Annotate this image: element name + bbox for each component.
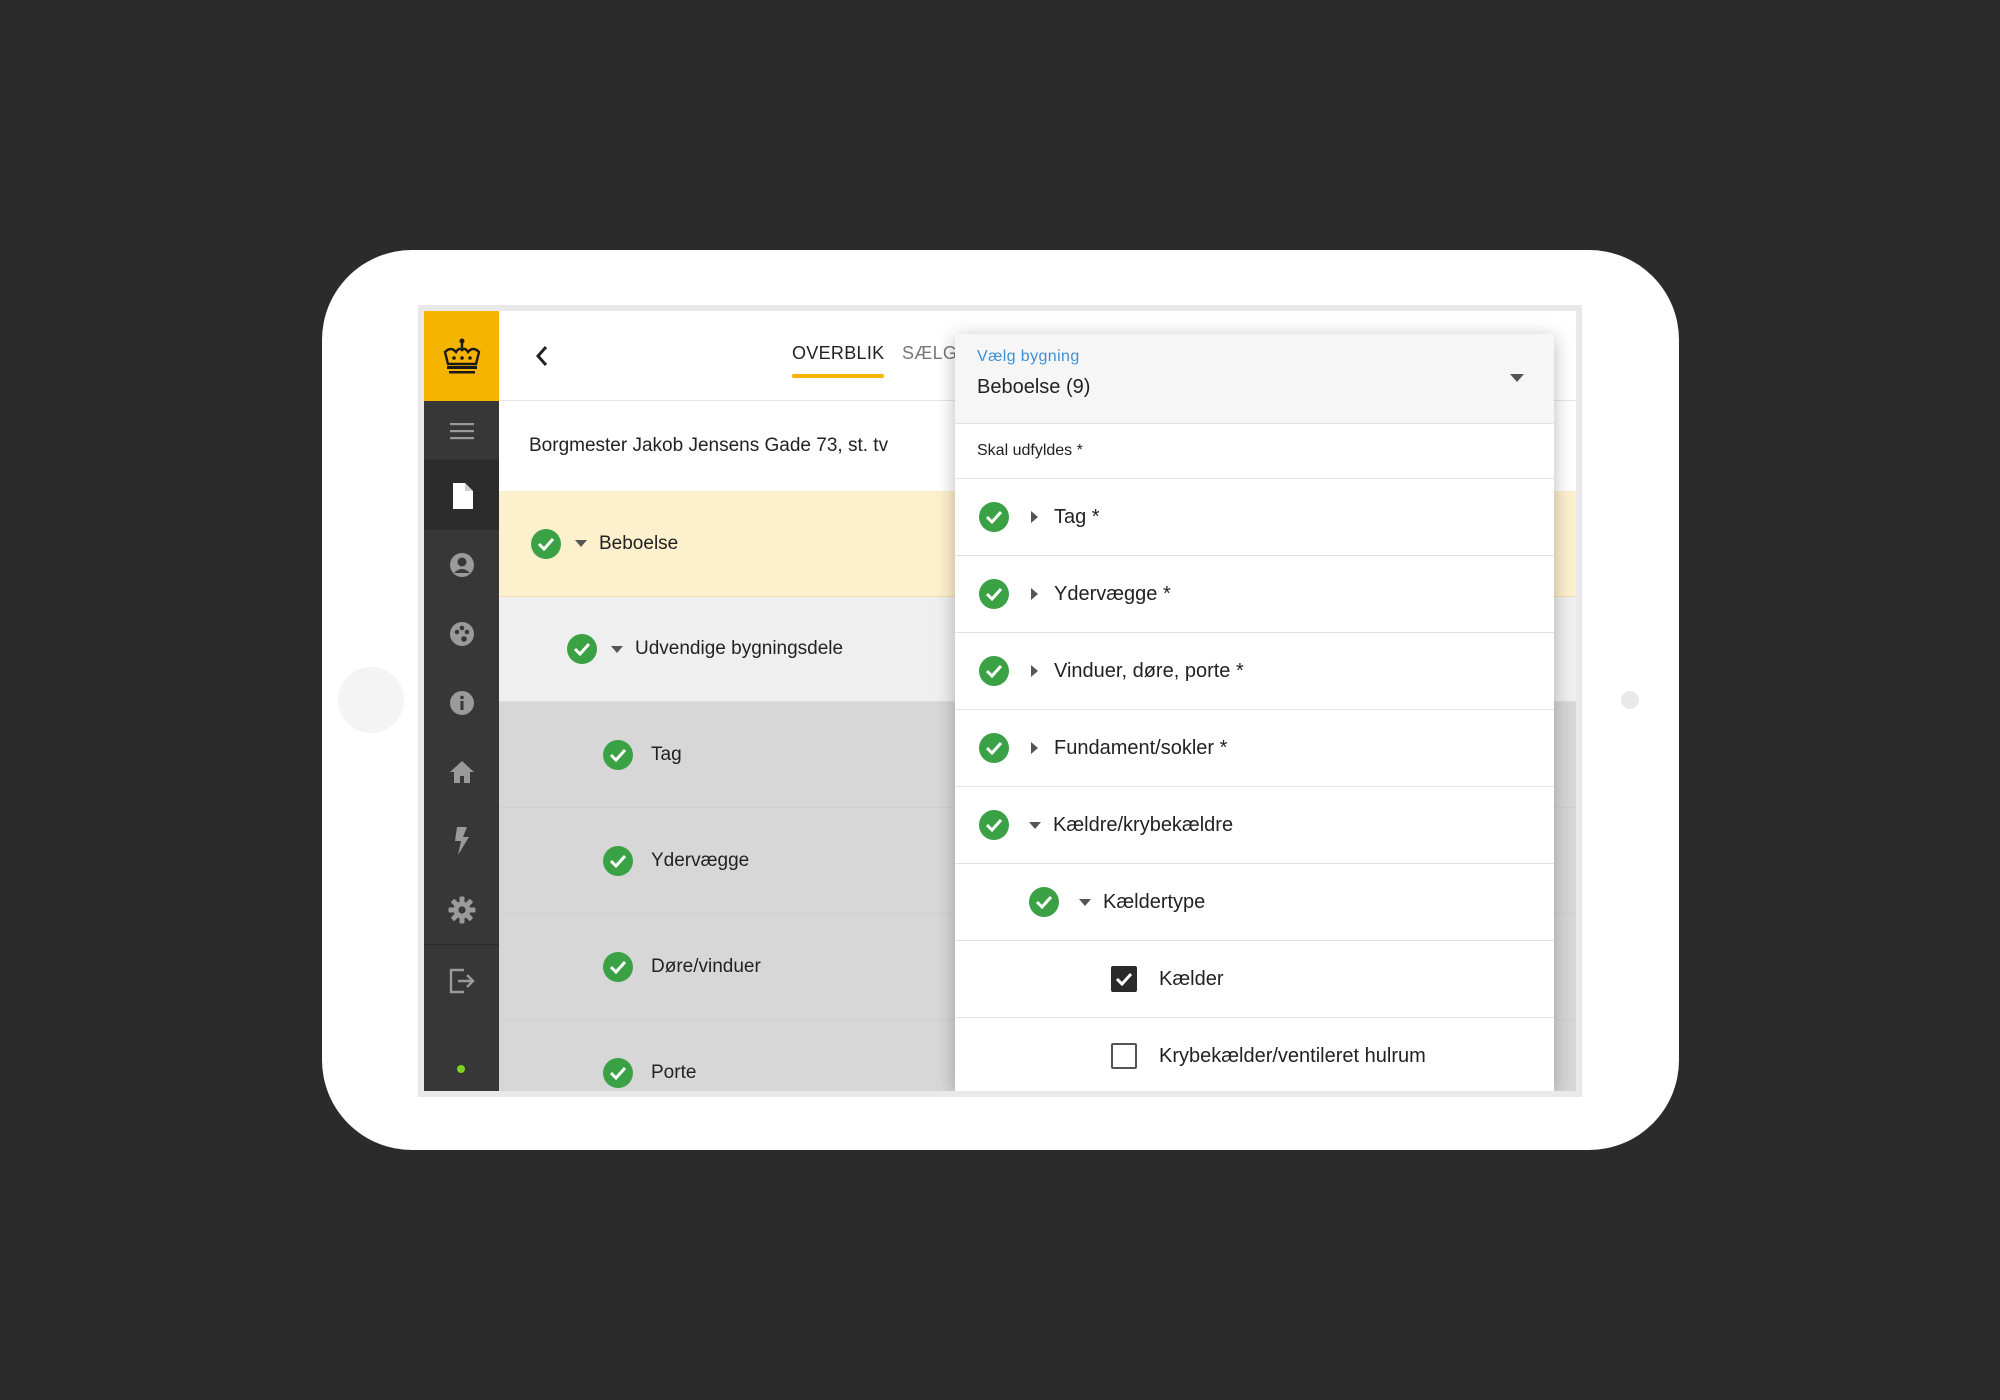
check-circle-icon (979, 579, 1009, 609)
sidebar-item-documents[interactable] (424, 461, 499, 530)
select-label: Vælg bygning (977, 348, 1080, 365)
panel-row-fundament[interactable]: Fundament/sokler * (955, 710, 1554, 787)
option-label: Kælder (1159, 967, 1224, 990)
panel-row-label: Fundament/sokler * (1054, 736, 1228, 759)
panel-row-kaeldertype[interactable]: Kældertype (955, 864, 1554, 941)
caret-down-icon (575, 540, 587, 547)
panel-row-label: Vinduer, døre, porte * (1054, 659, 1244, 682)
option-krybekaelder[interactable]: Krybekælder/ventileret hulrum (955, 1018, 1554, 1091)
back-button[interactable] (527, 341, 557, 371)
screen: OVERBLIK SÆLG Borgmester Jakob Jensens G… (418, 305, 1582, 1097)
app-window: OVERBLIK SÆLG Borgmester Jakob Jensens G… (424, 311, 1576, 1091)
check-circle-icon (603, 1057, 633, 1088)
panel-row-label: Kældertype (1103, 890, 1206, 913)
checkbox-checked[interactable] (1111, 966, 1137, 992)
sidebar-item-settings[interactable] (424, 875, 499, 944)
sidebar-item-logout[interactable] (424, 944, 499, 1016)
panel-row-label: Tag * (1054, 505, 1100, 528)
caret-right-icon (1031, 511, 1038, 523)
check-circle-icon (603, 739, 633, 770)
panel-row-label: Ydervægge * (1054, 582, 1171, 605)
sidebar-item-energy[interactable] (424, 806, 499, 875)
hamburger-menu-icon (449, 422, 474, 439)
check-circle-icon (603, 951, 633, 982)
checkbox-unchecked[interactable] (1111, 1043, 1137, 1069)
panel-row-vinduer[interactable]: Vinduer, døre, porte * (955, 633, 1554, 710)
tab-saelg[interactable]: SÆLG (902, 343, 957, 364)
required-heading: Skal udfyldes * (955, 424, 1554, 479)
camera-dot (1621, 691, 1639, 709)
tablet-frame: OVERBLIK SÆLG Borgmester Jakob Jensens G… (322, 250, 1679, 1150)
caret-right-icon (1031, 742, 1038, 754)
building-select[interactable]: Vælg bygning Beboelse (9) (955, 334, 1554, 424)
sidebar (424, 311, 499, 1091)
check-circle-icon (979, 502, 1009, 532)
tree-label: Beboelse (599, 532, 679, 554)
caret-right-icon (1031, 665, 1038, 677)
tree-label: Døre/vinduer (651, 955, 761, 977)
select-value: Beboelse (9) (977, 376, 1091, 398)
crown-icon (443, 338, 480, 374)
option-kaelder[interactable]: Kælder (955, 941, 1554, 1018)
document-icon (452, 482, 473, 509)
tree-label: Tag (651, 743, 682, 765)
logout-icon (449, 968, 475, 993)
address-text: Borgmester Jakob Jensens Gade 73, st. tv (529, 435, 889, 456)
home-button (338, 667, 404, 733)
check-circle-icon (531, 528, 561, 559)
gear-icon (448, 896, 475, 923)
check-circle-icon (1029, 887, 1059, 917)
check-circle-icon (603, 845, 633, 876)
caret-right-icon (1031, 588, 1038, 600)
sidebar-item-menu[interactable] (424, 401, 499, 461)
chevron-down-icon (1510, 374, 1524, 382)
sidebar-item-info[interactable] (424, 668, 499, 737)
sidebar-item-profile[interactable] (424, 530, 499, 599)
lightning-icon (454, 826, 469, 855)
check-circle-icon (979, 656, 1009, 686)
panel-row-ydervaegge[interactable]: Ydervægge * (955, 556, 1554, 633)
info-icon (449, 690, 474, 715)
caret-down-icon (1029, 821, 1041, 829)
tab-overblik[interactable]: OVERBLIK (792, 343, 885, 378)
caret-down-icon (1079, 898, 1091, 906)
caret-down-icon (611, 645, 623, 653)
check-circle-icon (979, 733, 1009, 763)
sidebar-item-palette[interactable] (424, 599, 499, 668)
tree-label: Ydervægge (651, 849, 750, 871)
check-circle-icon (979, 810, 1009, 840)
chevron-left-icon (535, 346, 548, 366)
logo[interactable] (424, 311, 499, 401)
panel-row-label: Kældre/krybekældre (1053, 813, 1234, 836)
home-icon (449, 760, 474, 783)
panel-row-kaeldre[interactable]: Kældre/krybekældre (955, 787, 1554, 864)
online-status-dot (457, 1065, 465, 1073)
sidebar-item-home[interactable] (424, 737, 499, 806)
check-circle-icon (567, 634, 597, 664)
user-icon (449, 552, 474, 577)
building-panel: Vælg bygning Beboelse (9) Skal udfyldes … (955, 334, 1554, 1091)
tree-label: Udvendige bygningsdele (635, 638, 844, 659)
option-label: Krybekælder/ventileret hulrum (1159, 1044, 1426, 1067)
tree-label: Porte (651, 1061, 697, 1083)
palette-icon (449, 621, 474, 646)
panel-row-tag[interactable]: Tag * (955, 479, 1554, 556)
